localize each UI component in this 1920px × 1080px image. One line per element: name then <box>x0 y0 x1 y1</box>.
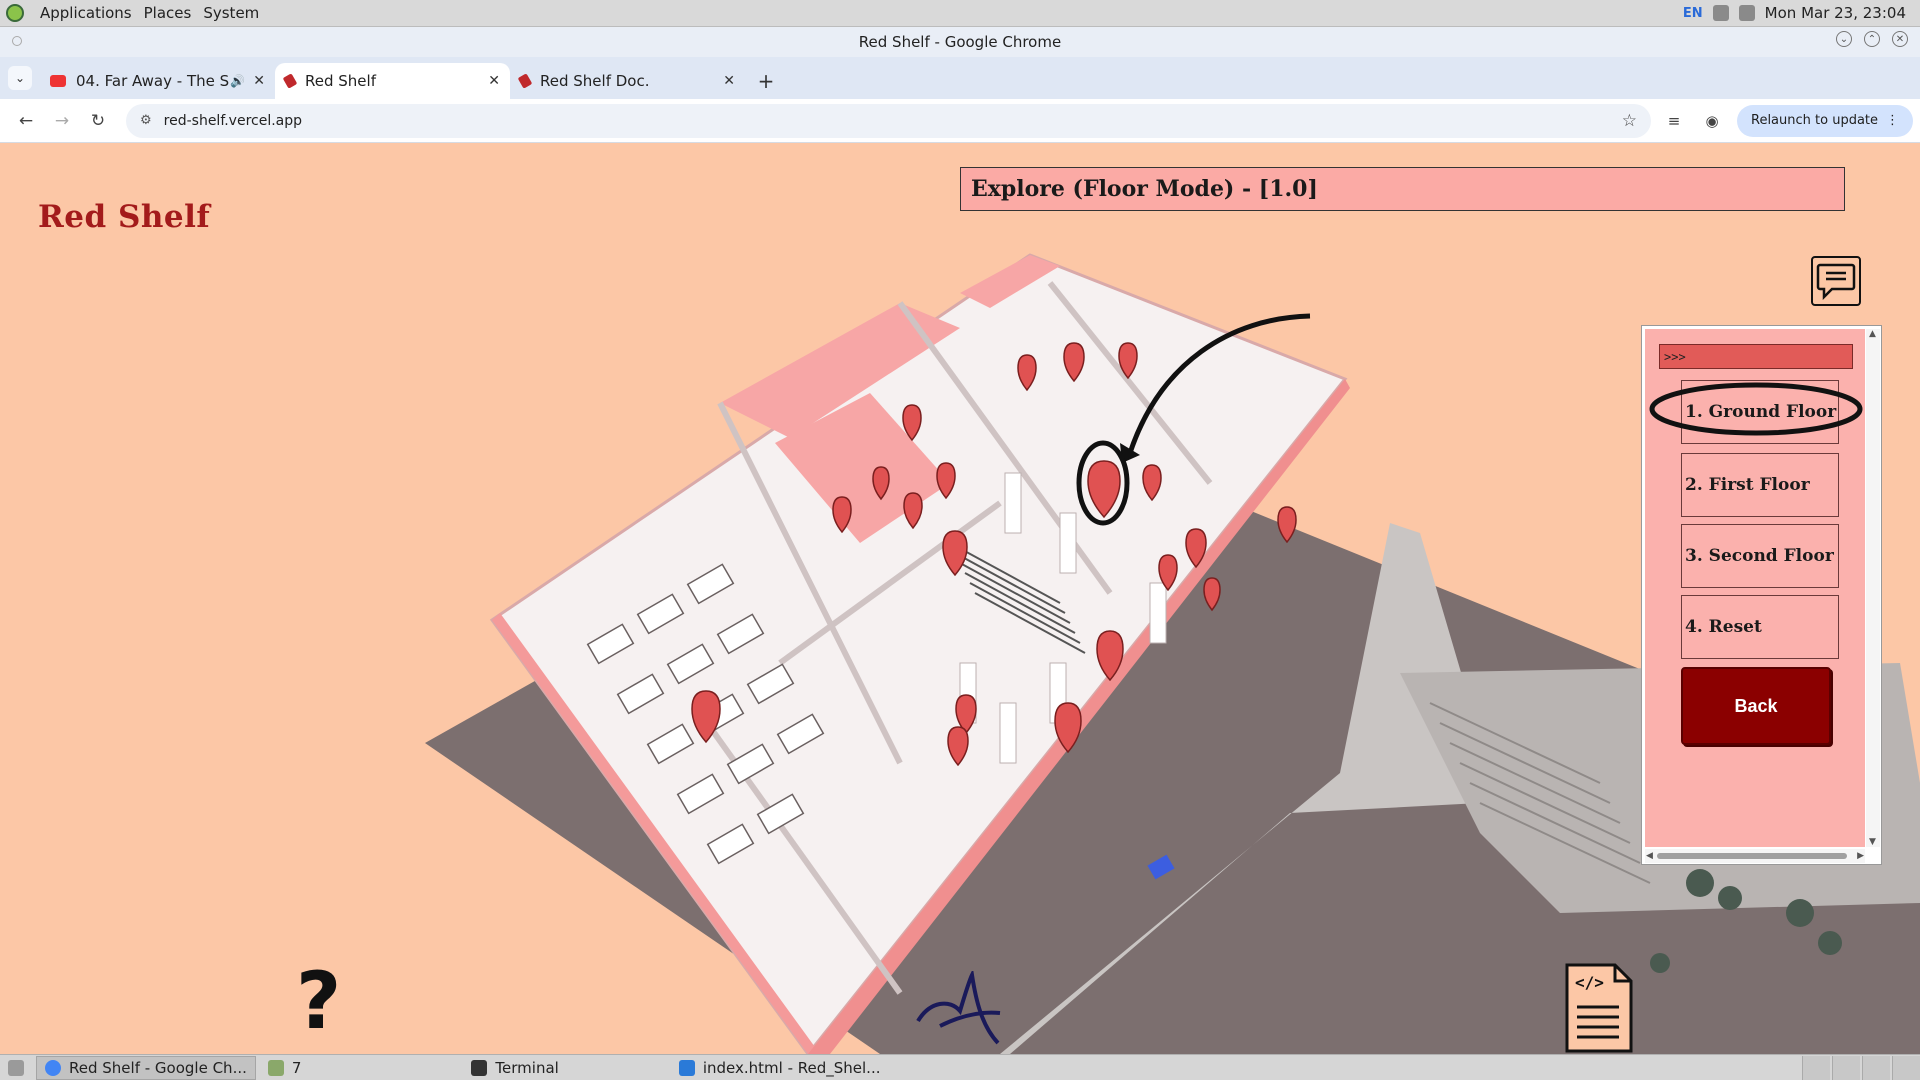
tab-search-chevron-icon[interactable]: ⌄ <box>8 66 32 90</box>
vscode-icon <box>678 1059 695 1076</box>
workspace-2[interactable] <box>1832 1055 1860 1080</box>
taskbar-item-terminal[interactable]: Terminal <box>463 1056 566 1080</box>
clock[interactable]: Mon Mar 23, 23:04 <box>1765 4 1906 22</box>
keyboard-layout-indicator[interactable]: EN <box>1683 6 1703 21</box>
mode-title: Explore (Floor Mode) - [1.0] <box>971 176 1318 202</box>
scroll-left-icon[interactable]: ◀ <box>1646 851 1653 861</box>
web-page: Red Shelf Explore (Floor Mode) - [1.0] >… <box>0 143 1920 1054</box>
window-title: Red Shelf - Google Chrome <box>858 33 1062 51</box>
browser-toolbar: ← → ↻ ⚙ red-shelf.vercel.app ☆ ≡ ◉ Relau… <box>0 99 1920 143</box>
address-bar[interactable]: ⚙ red-shelf.vercel.app ☆ <box>126 103 1651 138</box>
site-info-icon[interactable]: ⚙ <box>140 113 152 128</box>
back-button[interactable]: Back <box>1681 667 1831 745</box>
tab-red-shelf-doc[interactable]: Red Shelf Doc. ✕ <box>510 63 745 99</box>
workspace-4[interactable] <box>1892 1055 1920 1080</box>
relaunch-label: Relaunch to update <box>1751 113 1879 128</box>
workspace-3[interactable] <box>1862 1055 1890 1080</box>
red-shelf-favicon-icon <box>282 73 298 89</box>
volume-icon[interactable] <box>1712 5 1729 21</box>
audio-playing-icon[interactable]: 🔊 <box>230 74 245 88</box>
workspace-1[interactable] <box>1802 1055 1830 1080</box>
tab-label: Red Shelf Doc. <box>540 72 650 90</box>
tab-label: 04. Far Away - The Se <box>76 72 231 90</box>
back-arrow-icon[interactable]: ← <box>10 105 42 137</box>
code-glyph: </> <box>1575 973 1604 992</box>
distro-logo-icon[interactable] <box>6 4 24 22</box>
show-desktop-button[interactable] <box>0 1056 32 1080</box>
reset-button[interactable]: 4. Reset <box>1681 595 1839 659</box>
taskbar-item-label: index.html - Red_Shel... <box>702 1058 881 1077</box>
signature-logo-icon[interactable] <box>910 971 1010 1051</box>
scrollbar-thumb[interactable] <box>1657 853 1847 859</box>
tab-far-away[interactable]: 04. Far Away - The Se 🔊 ✕ <box>40 63 275 99</box>
brand-title[interactable]: Red Shelf <box>38 199 210 235</box>
tab-label: Red Shelf <box>305 72 376 90</box>
panel-vertical-scrollbar[interactable]: ▲ ▼ <box>1866 329 1880 847</box>
first-floor-button[interactable]: 2. First Floor <box>1681 453 1839 517</box>
desktop-icon <box>8 1059 24 1076</box>
red-shelf-favicon-icon <box>517 73 533 89</box>
workspace-switcher[interactable] <box>1802 1055 1920 1080</box>
more-menu-icon[interactable]: ⋮ <box>1886 113 1899 128</box>
taskbar-item-chrome[interactable]: Red Shelf - Google Ch... <box>36 1055 256 1080</box>
applications-menu[interactable]: Applications <box>40 4 132 22</box>
relaunch-to-update-button[interactable]: Relaunch to update ⋮ <box>1737 104 1914 137</box>
scroll-up-icon[interactable]: ▲ <box>1869 329 1876 339</box>
youtube-favicon-icon <box>50 75 66 87</box>
folder-icon <box>267 1059 284 1076</box>
taskbar-item-label: Red Shelf - Google Ch... <box>69 1058 247 1077</box>
help-question-icon[interactable]: ? <box>296 963 341 1041</box>
terminal-icon <box>471 1059 488 1076</box>
url-text[interactable]: red-shelf.vercel.app <box>164 113 1622 129</box>
scroll-right-icon[interactable]: ▶ <box>1857 851 1864 861</box>
forward-arrow-icon[interactable]: → <box>46 105 78 137</box>
places-menu[interactable]: Places <box>144 4 192 22</box>
annotation-ellipse <box>1649 382 1863 436</box>
floor-3d-scene[interactable] <box>0 143 1920 1054</box>
tab-red-shelf[interactable]: Red Shelf ✕ <box>275 63 510 99</box>
close-window-icon[interactable]: ✕ <box>1892 31 1908 47</box>
profile-avatar-icon[interactable]: ◉ <box>1697 106 1727 136</box>
system-top-panel: Applications Places System EN Mon Mar 23… <box>0 0 1920 27</box>
panel-filter-input[interactable]: >>> <box>1659 344 1853 369</box>
close-tab-icon[interactable]: ✕ <box>488 73 500 89</box>
panel-horizontal-scrollbar[interactable]: ◀ ▶ <box>1645 849 1865 863</box>
documentation-button[interactable]: </> <box>1563 963 1635 1053</box>
minimize-icon[interactable]: ⌄ <box>1836 31 1852 47</box>
reload-icon[interactable]: ↻ <box>82 105 114 137</box>
tab-strip: ⌄ 04. Far Away - The Se 🔊 ✕ Red Shelf ✕ … <box>0 57 1920 99</box>
media-controls-icon[interactable]: ≡ <box>1659 106 1689 136</box>
chat-button[interactable] <box>1811 256 1861 306</box>
system-menu[interactable]: System <box>203 4 259 22</box>
window-menu-icon[interactable] <box>12 36 22 46</box>
chrome-icon <box>45 1059 61 1076</box>
taskbar-item-vscode[interactable]: index.html - Red_Shel... <box>671 1056 889 1080</box>
chat-bubble-icon <box>1816 263 1856 300</box>
maximize-icon[interactable]: ⌃ <box>1864 31 1880 47</box>
system-taskbar: Red Shelf - Google Ch... 7 Terminal inde… <box>0 1054 1920 1080</box>
close-tab-icon[interactable]: ✕ <box>253 73 265 89</box>
second-floor-button[interactable]: 3. Second Floor <box>1681 524 1839 588</box>
network-icon[interactable] <box>1738 5 1755 21</box>
bookmark-star-icon[interactable]: ☆ <box>1622 111 1637 131</box>
close-tab-icon[interactable]: ✕ <box>723 73 735 89</box>
window-titlebar: Red Shelf - Google Chrome ⌄ ⌃ ✕ <box>0 27 1920 57</box>
new-tab-plus-icon[interactable]: + <box>751 66 781 96</box>
floor-panel: >>> 1. Ground Floor 2. First Floor 3. Se… <box>1641 325 1882 865</box>
taskbar-item-label: 7 <box>291 1058 302 1077</box>
mode-title-bar: Explore (Floor Mode) - [1.0] <box>960 167 1845 211</box>
scroll-down-icon[interactable]: ▼ <box>1869 837 1876 847</box>
taskbar-item-files[interactable]: 7 <box>260 1056 310 1080</box>
taskbar-item-label: Terminal <box>495 1058 559 1077</box>
